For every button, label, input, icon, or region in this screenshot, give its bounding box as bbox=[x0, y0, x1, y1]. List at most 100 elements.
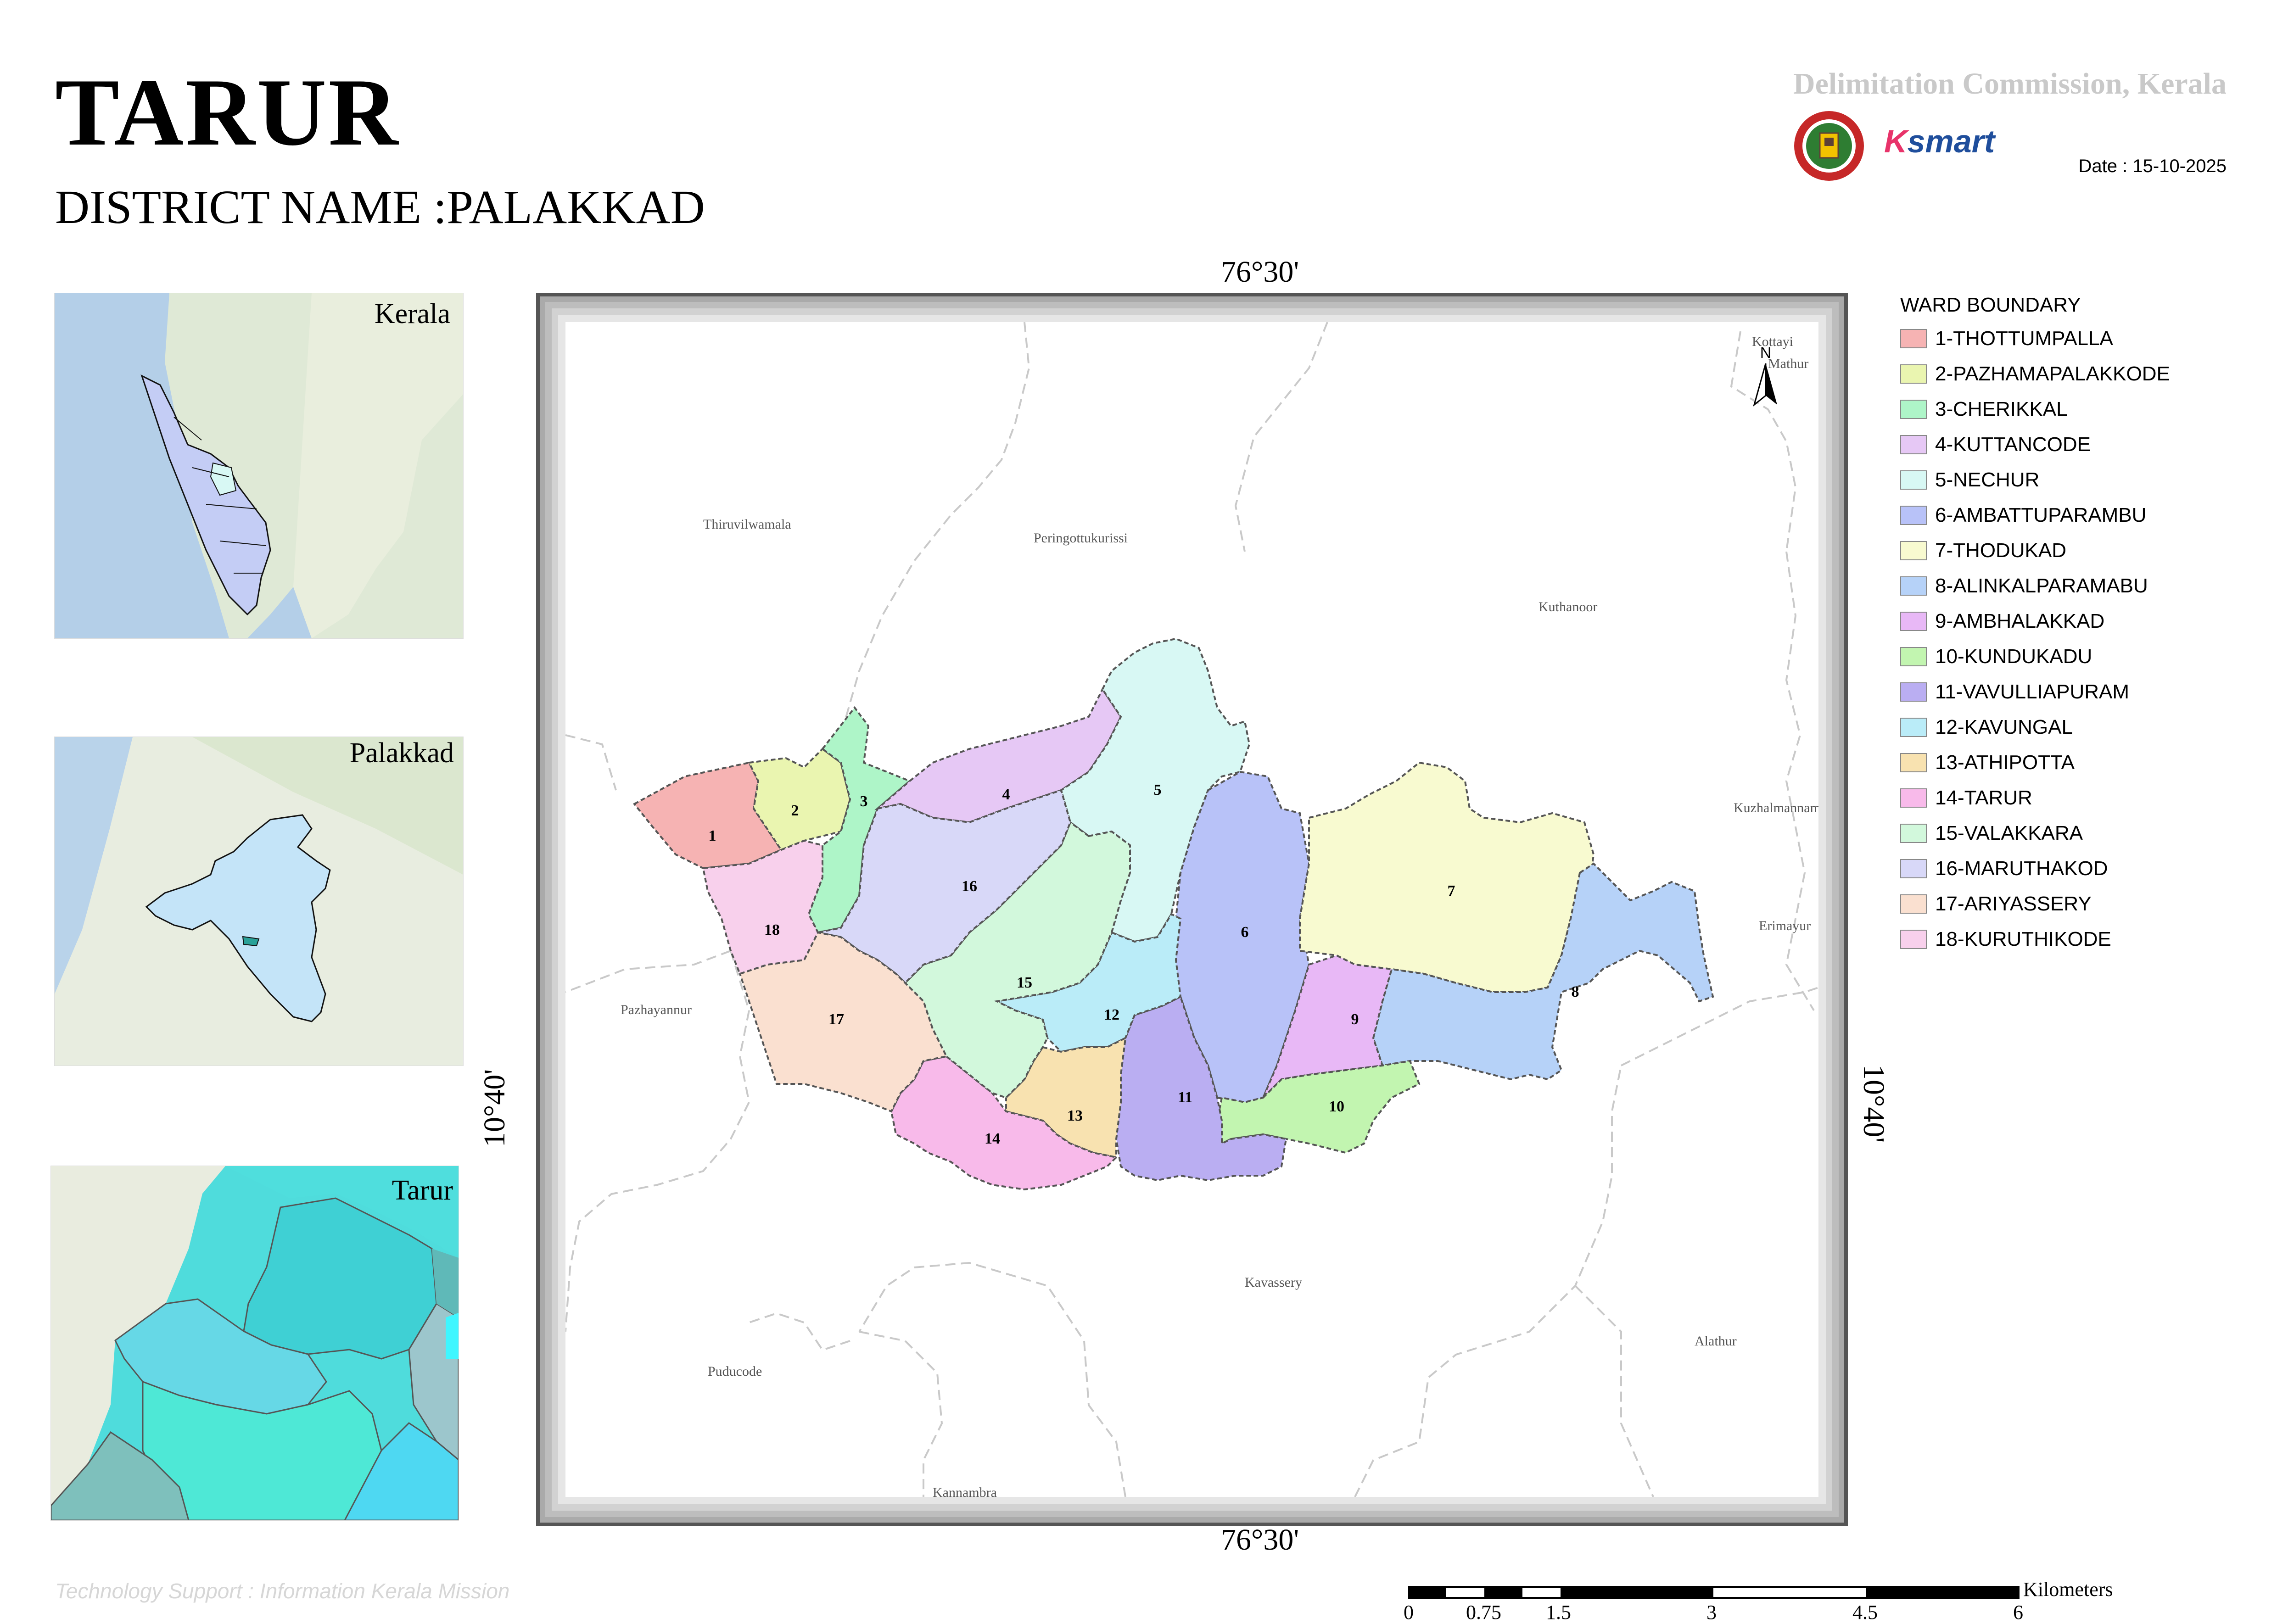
coord-top: 76°30' bbox=[1221, 255, 1299, 289]
legend-item: 15-VALAKKARA bbox=[1900, 820, 2083, 847]
legend-item: 5-NECHUR bbox=[1900, 466, 2039, 494]
legend-swatch bbox=[1900, 329, 1927, 348]
scale-tick: 0.75 bbox=[1466, 1601, 1501, 1624]
legend-label: 1-THOTTUMPALLA bbox=[1935, 327, 2113, 350]
legend-item: 18-KURUTHIKODE bbox=[1900, 926, 2111, 953]
legend-label: 6-AMBATTUPARAMBU bbox=[1935, 504, 2147, 526]
place-puducode: Puducode bbox=[708, 1364, 762, 1379]
ward-number: 10 bbox=[1329, 1098, 1344, 1115]
legend-label: 8-ALINKALPARAMABU bbox=[1935, 575, 2148, 597]
palakkad-inset-label: Palakkad bbox=[349, 737, 454, 769]
tarur-inset-label: Tarur bbox=[392, 1175, 453, 1206]
scale-tick: 4.5 bbox=[1852, 1601, 1878, 1624]
legend-label: 5-NECHUR bbox=[1935, 469, 2040, 491]
scale-unit: Kilometers bbox=[2023, 1578, 2113, 1601]
legend-label: 14-TARUR bbox=[1935, 787, 2032, 809]
ward-number: 6 bbox=[1241, 924, 1249, 941]
legend-swatch bbox=[1900, 930, 1927, 949]
place-peringottukurissi: Peringottukurissi bbox=[1034, 530, 1128, 546]
place-kuzhalmannam: Kuzhalmannam bbox=[1734, 800, 1818, 815]
legend-label: 7-THODUKAD bbox=[1935, 539, 2067, 562]
district-name: DISTRICT NAME :PALAKKAD bbox=[55, 181, 705, 234]
legend-swatch bbox=[1900, 894, 1927, 914]
place-pazhayannur: Pazhayannur bbox=[621, 1002, 692, 1017]
tarur-inset-map: Tarur bbox=[50, 1166, 459, 1521]
legend-swatch bbox=[1900, 647, 1927, 666]
legend-item: 6-AMBATTUPARAMBU bbox=[1900, 502, 2146, 529]
legend-item: 14-TARUR bbox=[1900, 784, 2032, 812]
legend-label: 17-ARIYASSERY bbox=[1935, 893, 2092, 915]
place-kavassery: Kavassery bbox=[1245, 1275, 1302, 1290]
legend-swatch bbox=[1900, 541, 1927, 560]
tech-support-note: Technology Support : Information Kerala … bbox=[55, 1579, 510, 1603]
legend-item: 11-VAVULLIAPURAM bbox=[1900, 678, 2129, 706]
legend-swatch bbox=[1900, 612, 1927, 631]
place-kannambra: Kannambra bbox=[933, 1485, 997, 1497]
legend-label: 4-KUTTANCODE bbox=[1935, 433, 2091, 456]
place-erimayur: Erimayur bbox=[1759, 918, 1811, 933]
legend-item: 12-KAVUNGAL bbox=[1900, 714, 2073, 741]
scale-tick: 3 bbox=[1706, 1601, 1717, 1624]
commission-name: Delimitation Commission, Kerala bbox=[1793, 67, 2227, 100]
legend-swatch bbox=[1900, 470, 1927, 490]
scale-tick: 0 bbox=[1404, 1601, 1414, 1624]
legend-swatch bbox=[1900, 682, 1927, 702]
legend-label: 18-KURUTHIKODE bbox=[1935, 928, 2111, 950]
ward-number: 12 bbox=[1104, 1006, 1119, 1023]
legend-swatch bbox=[1900, 718, 1927, 737]
legend-label: 9-AMBHALAKKAD bbox=[1935, 610, 2105, 632]
legend-label: 13-ATHIPOTTA bbox=[1935, 751, 2075, 774]
ward-number: 16 bbox=[962, 878, 977, 895]
ward-number: 17 bbox=[828, 1011, 844, 1028]
legend-item: 13-ATHIPOTTA bbox=[1900, 749, 2075, 776]
ward-number: 1 bbox=[709, 827, 716, 844]
ward-number: 8 bbox=[1572, 983, 1579, 1000]
scale-tick: 1.5 bbox=[1546, 1601, 1571, 1624]
legend-label: 12-KAVUNGAL bbox=[1935, 716, 2073, 738]
legend-swatch bbox=[1900, 753, 1927, 772]
ward-7-polygon bbox=[1299, 761, 1595, 993]
legend-swatch bbox=[1900, 576, 1927, 596]
legend-title: WARD BOUNDARY bbox=[1900, 294, 2081, 316]
legend-item: 16-MARUTHAKOD bbox=[1900, 855, 2108, 882]
svg-text:N: N bbox=[1760, 344, 1772, 362]
main-map-frame: Thiruvilwamala Peringottukurissi Kuthano… bbox=[536, 293, 1848, 1526]
legend-item: 17-ARIYASSERY bbox=[1900, 890, 2092, 918]
legend-swatch bbox=[1900, 788, 1927, 808]
ward-number: 4 bbox=[1002, 786, 1010, 803]
legend-item: 7-THODUKAD bbox=[1900, 537, 2066, 564]
ward-number: 3 bbox=[860, 793, 868, 810]
legend-item: 4-KUTTANCODE bbox=[1900, 431, 2091, 458]
coord-bottom: 76°30' bbox=[1221, 1523, 1299, 1557]
kerala-inset-label: Kerala bbox=[374, 298, 450, 329]
legend-swatch bbox=[1900, 364, 1927, 384]
ksmart-logo: Ksmart bbox=[1884, 123, 1995, 159]
ward-number: 14 bbox=[985, 1130, 1000, 1147]
legend-item: 8-ALINKALPARAMABU bbox=[1900, 572, 2148, 600]
legend-swatch bbox=[1900, 435, 1927, 454]
ward-map: Thiruvilwamala Peringottukurissi Kuthano… bbox=[565, 322, 1818, 1497]
map-title: TARUR bbox=[55, 59, 400, 166]
legend-swatch bbox=[1900, 859, 1927, 878]
legend-item: 9-AMBHALAKKAD bbox=[1900, 608, 2104, 635]
legend-item: 3-CHERIKKAL bbox=[1900, 396, 2068, 423]
place-kottayi: Kottayi bbox=[1752, 334, 1793, 349]
legend-swatch bbox=[1900, 400, 1927, 419]
ward-number: 15 bbox=[1017, 974, 1032, 991]
legend-label: 2-PAZHAMAPALAKKODE bbox=[1935, 363, 2170, 385]
legend-item: 10-KUNDUKADU bbox=[1900, 643, 2092, 670]
ward-number: 13 bbox=[1067, 1107, 1083, 1124]
place-alathur: Alathur bbox=[1695, 1334, 1737, 1349]
legend-swatch bbox=[1900, 506, 1927, 525]
legend-swatch bbox=[1900, 824, 1927, 843]
kerala-inset-map: Kerala bbox=[54, 293, 464, 639]
north-arrow-icon: N bbox=[1753, 344, 1777, 407]
map-date: Date : 15-10-2025 bbox=[2078, 156, 2227, 176]
place-thiruvilwamala: Thiruvilwamala bbox=[703, 517, 791, 532]
election-commission-emblem-icon bbox=[1794, 111, 1864, 181]
ward-number: 9 bbox=[1351, 1011, 1359, 1028]
legend-label: 15-VALAKKARA bbox=[1935, 822, 2083, 844]
legend-label: 3-CHERIKKAL bbox=[1935, 398, 2068, 420]
ward-number: 18 bbox=[764, 921, 780, 938]
place-mathur: Mathur bbox=[1768, 356, 1808, 371]
